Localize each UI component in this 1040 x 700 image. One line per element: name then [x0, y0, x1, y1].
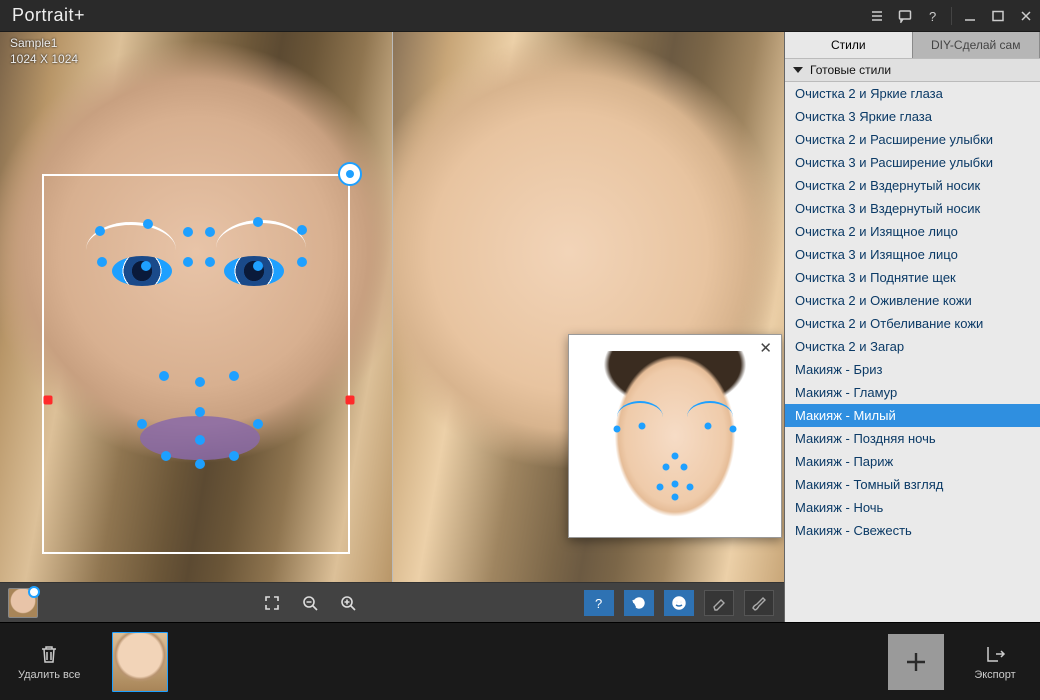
add-image-button[interactable] [888, 634, 944, 690]
export-icon [984, 643, 1006, 665]
list-icon[interactable] [863, 0, 891, 32]
image-name: Sample1 [10, 36, 78, 52]
style-item[interactable]: Макияж - Свежесть [785, 519, 1040, 542]
style-item[interactable]: Очистка 2 и Вздернутый носик [785, 174, 1040, 197]
style-item[interactable]: Макияж - Гламур [785, 381, 1040, 404]
style-item[interactable]: Макияж - Поздняя ночь [785, 427, 1040, 450]
left-eye[interactable] [112, 256, 172, 286]
style-item[interactable]: Макияж - Ночь [785, 496, 1040, 519]
style-item[interactable]: Очистка 3 и Расширение улыбки [785, 151, 1040, 174]
style-item[interactable]: Очистка 3 и Вздернутый носик [785, 197, 1040, 220]
style-item[interactable]: Очистка 3 и Изящное лицо [785, 243, 1040, 266]
trash-icon [38, 643, 60, 665]
delete-all-label: Удалить все [18, 669, 80, 681]
image-dims: 1024 X 1024 [10, 52, 78, 68]
style-item[interactable]: Макияж - Милый [785, 404, 1040, 427]
side-panel: Стили DIY-Сделай сам Готовые стили Очист… [784, 32, 1040, 622]
brush-icon[interactable] [744, 590, 774, 616]
export-button[interactable]: Экспорт [960, 639, 1030, 685]
section-title: Готовые стили [810, 63, 891, 77]
style-item[interactable]: Очистка 2 и Отбеливание кожи [785, 312, 1040, 335]
image-viewer[interactable]: Sample1 1024 X 1024 ✕ [0, 32, 784, 582]
right-eye[interactable] [224, 256, 284, 286]
lips-shape[interactable] [140, 416, 260, 460]
eraser-icon[interactable] [704, 590, 734, 616]
style-item[interactable]: Очистка 2 и Оживление кожи [785, 289, 1040, 312]
close-icon[interactable] [1012, 0, 1040, 32]
help-square-icon[interactable]: ? [584, 590, 614, 616]
film-strip [92, 632, 884, 692]
export-label: Экспорт [974, 669, 1015, 681]
style-item[interactable]: Очистка 2 и Яркие глаза [785, 82, 1040, 105]
face-thumbnail[interactable] [8, 588, 38, 618]
style-item[interactable]: Очистка 2 и Расширение улыбки [785, 128, 1040, 151]
popup-face-preview [599, 351, 751, 521]
canvas-toolbar: ? [0, 582, 784, 622]
popup-close-icon[interactable]: ✕ [754, 337, 777, 359]
zoom-in-icon[interactable] [334, 589, 362, 617]
zoom-out-icon[interactable] [296, 589, 324, 617]
app-title: Portrait+ [12, 5, 85, 26]
help-icon[interactable]: ? [919, 0, 947, 32]
style-item[interactable]: Макияж - Томный взгляд [785, 473, 1040, 496]
film-thumbnail[interactable] [112, 632, 168, 692]
style-item[interactable]: Очистка 2 и Загар [785, 335, 1040, 358]
style-item[interactable]: Макияж - Бриз [785, 358, 1040, 381]
svg-text:?: ? [929, 9, 936, 23]
image-info: Sample1 1024 X 1024 [10, 36, 78, 67]
style-item[interactable]: Макияж - Париж [785, 450, 1040, 473]
reload-icon[interactable] [624, 590, 654, 616]
style-item[interactable]: Очистка 3 и Поднятие щек [785, 266, 1040, 289]
tab-diy[interactable]: DIY-Сделай сам [913, 32, 1040, 58]
chat-icon[interactable] [891, 0, 919, 32]
before-pane [0, 32, 392, 582]
style-item[interactable]: Очистка 3 Яркие глаза [785, 105, 1040, 128]
section-preset-styles[interactable]: Готовые стили [785, 58, 1040, 82]
tab-styles[interactable]: Стили [785, 32, 913, 58]
face-detect-icon[interactable] [664, 590, 694, 616]
fit-screen-icon[interactable] [258, 589, 286, 617]
style-list[interactable]: Очистка 2 и Яркие глазаОчистка 3 Яркие г… [785, 82, 1040, 622]
delete-all-button[interactable]: Удалить все [10, 639, 88, 685]
canvas-area: Sample1 1024 X 1024 ✕ [0, 32, 784, 622]
title-bar: Portrait+ ? [0, 0, 1040, 32]
plus-icon [902, 648, 930, 676]
maximize-icon[interactable] [984, 0, 1012, 32]
chevron-down-icon [793, 67, 803, 73]
bottom-bar: Удалить все Экспорт [0, 622, 1040, 700]
svg-text:?: ? [595, 596, 602, 611]
minimize-icon[interactable] [956, 0, 984, 32]
style-preview-popup: ✕ [568, 334, 782, 538]
style-item[interactable]: Очистка 2 и Изящное лицо [785, 220, 1040, 243]
